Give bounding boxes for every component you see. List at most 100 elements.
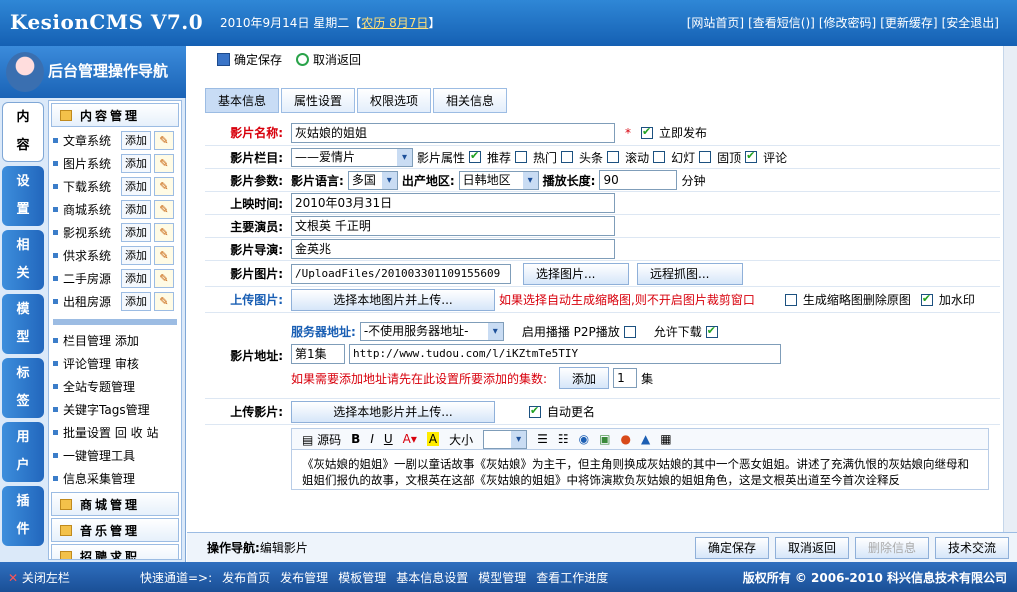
- publish-checkbox[interactable]: [641, 125, 653, 139]
- cancel-return-button[interactable]: 取消返回: [774, 536, 849, 559]
- home-link[interactable]: [网站首页]: [687, 14, 744, 31]
- quick-link[interactable]: 基本信息设置: [396, 569, 468, 586]
- attr-checkbox[interactable]: [515, 151, 528, 163]
- attr-checkbox[interactable]: [607, 151, 620, 163]
- quick-link[interactable]: 发布首页: [222, 569, 270, 586]
- media-icon[interactable]: ▲: [641, 432, 650, 446]
- back-toolbar-button[interactable]: 取消返回: [296, 51, 361, 68]
- unordered-list-icon[interactable]: ☷: [558, 432, 569, 446]
- edit-icon[interactable]: ✎: [154, 246, 174, 265]
- menu-item-link[interactable]: 供求系统: [63, 247, 121, 264]
- vtab-plugins[interactable]: 插件: [2, 486, 44, 546]
- menu-item-link[interactable]: 二手房源: [63, 270, 121, 287]
- vtab-settings[interactable]: 设置: [2, 166, 44, 226]
- vtab-related[interactable]: 相关: [2, 230, 44, 290]
- episode-count-input[interactable]: 1: [613, 368, 638, 388]
- attr-checkbox[interactable]: [699, 151, 712, 163]
- language-select[interactable]: 多国: [347, 170, 398, 190]
- menu-link[interactable]: 全站专题管理: [49, 375, 181, 398]
- menu-link[interactable]: 关键字Tags管理: [49, 398, 181, 421]
- add-button[interactable]: 添加: [121, 177, 151, 196]
- edit-icon[interactable]: ✎: [154, 177, 174, 196]
- menu-item-link[interactable]: 出租房源: [63, 293, 121, 310]
- italic-icon[interactable]: I: [370, 432, 374, 446]
- tab-attributes[interactable]: 属性设置: [281, 88, 356, 113]
- release-date-input[interactable]: 2010年03月31日: [291, 193, 615, 213]
- vtab-model[interactable]: 模型: [2, 294, 44, 354]
- save-toolbar-button[interactable]: 确定保存: [217, 51, 282, 68]
- director-input[interactable]: 金英兆: [291, 239, 615, 259]
- attr-checkbox[interactable]: [561, 151, 574, 163]
- vtab-content[interactable]: 内容: [2, 102, 44, 162]
- region-select[interactable]: 日韩地区: [458, 170, 539, 190]
- menu-link[interactable]: 栏目管理 添加: [49, 329, 181, 352]
- menu-link[interactable]: 信息采集管理: [49, 467, 181, 490]
- underline-icon[interactable]: U: [384, 432, 393, 446]
- highlight-icon[interactable]: A: [426, 432, 440, 446]
- choose-picture-button[interactable]: 选择图片...: [523, 262, 629, 285]
- allow-download-checkbox[interactable]: [705, 324, 718, 338]
- title-input[interactable]: 灰姑娘的姐姐: [291, 122, 615, 143]
- menu-head-content[interactable]: 内容管理: [51, 103, 179, 127]
- table-icon[interactable]: ▦: [660, 432, 671, 446]
- source-button[interactable]: ▤ 源码: [302, 431, 341, 448]
- p2p-checkbox[interactable]: [623, 325, 636, 338]
- close-sidebar-button[interactable]: ✕ 关闭左栏: [0, 569, 140, 586]
- menu-item-link[interactable]: 下载系统: [63, 178, 121, 195]
- thumb-checkbox[interactable]: [784, 293, 797, 306]
- tab-related[interactable]: 相关信息: [433, 88, 508, 113]
- add-button[interactable]: 添加: [121, 154, 151, 173]
- menu-link[interactable]: 一键管理工具: [49, 444, 181, 467]
- edit-icon[interactable]: ✎: [154, 200, 174, 219]
- picture-path-input[interactable]: /UploadFiles/201003301109155609: [291, 263, 511, 284]
- attr-checkbox[interactable]: [653, 151, 666, 163]
- lunar-date-link[interactable]: 农历 8月7日: [361, 16, 428, 30]
- add-button[interactable]: 添加: [121, 292, 151, 311]
- flash-icon[interactable]: ●: [621, 432, 631, 446]
- menu-item-link[interactable]: 文章系统: [63, 132, 121, 149]
- menu-item-link[interactable]: 商城系统: [63, 201, 121, 218]
- tab-basic-info[interactable]: 基本信息: [205, 88, 280, 113]
- change-password-link[interactable]: [修改密码]: [819, 14, 876, 31]
- quick-link[interactable]: 发布管理: [280, 569, 328, 586]
- tab-permissions[interactable]: 权限选项: [357, 88, 432, 113]
- image-icon[interactable]: ▣: [599, 432, 610, 446]
- episode-input[interactable]: 第1集: [291, 344, 345, 364]
- edit-icon[interactable]: ✎: [154, 223, 174, 242]
- add-episodes-button[interactable]: 添加: [559, 367, 610, 389]
- refresh-cache-link[interactable]: [更新缓存]: [880, 14, 937, 31]
- quick-link[interactable]: 模板管理: [338, 569, 386, 586]
- attr-checkbox[interactable]: [469, 149, 482, 163]
- upload-local-video-button[interactable]: 选择本地影片并上传...: [291, 400, 495, 423]
- menu-item-link[interactable]: 影视系统: [63, 224, 121, 241]
- add-button[interactable]: 添加: [121, 246, 151, 265]
- font-color-icon[interactable]: A▾: [403, 432, 417, 446]
- edit-icon[interactable]: ✎: [154, 292, 174, 311]
- bold-icon[interactable]: B: [351, 432, 360, 446]
- menu-head-music[interactable]: 音乐管理: [51, 518, 179, 542]
- editor-content[interactable]: 《灰姑娘的姐姐》一剧以童话故事《灰姑娘》为主干，但主角则换成灰姑娘的其中一个恶女…: [291, 450, 989, 490]
- menu-link[interactable]: 批量设置 回 收 站: [49, 421, 181, 444]
- vtab-tags[interactable]: 标签: [2, 358, 44, 418]
- logout-link[interactable]: [安全退出]: [942, 14, 999, 31]
- server-select[interactable]: -不使用服务器地址-: [359, 322, 504, 341]
- menu-link[interactable]: 评论管理 审核: [49, 352, 181, 375]
- edit-icon[interactable]: ✎: [154, 154, 174, 173]
- actors-input[interactable]: 文根英 千正明: [291, 216, 615, 236]
- font-size-select[interactable]: [483, 429, 528, 449]
- edit-icon[interactable]: ✎: [154, 131, 174, 150]
- length-input[interactable]: 90: [599, 170, 678, 190]
- remote-fetch-button[interactable]: 远程抓图...: [637, 262, 743, 285]
- category-select[interactable]: ——爱情片: [291, 147, 413, 167]
- confirm-save-button[interactable]: 确定保存: [694, 536, 769, 559]
- vertical-scrollbar[interactable]: [1003, 46, 1017, 532]
- add-button[interactable]: 添加: [121, 269, 151, 288]
- vtab-users[interactable]: 用户: [2, 422, 44, 482]
- delete-info-button[interactable]: 删除信息: [854, 536, 929, 559]
- messages-link[interactable]: [查看短信()]: [748, 14, 815, 31]
- add-button[interactable]: 添加: [121, 131, 151, 150]
- auto-rename-checkbox[interactable]: [529, 404, 541, 418]
- add-button[interactable]: 添加: [121, 223, 151, 242]
- quick-link[interactable]: 模型管理: [478, 569, 526, 586]
- watermark-checkbox[interactable]: [920, 292, 933, 306]
